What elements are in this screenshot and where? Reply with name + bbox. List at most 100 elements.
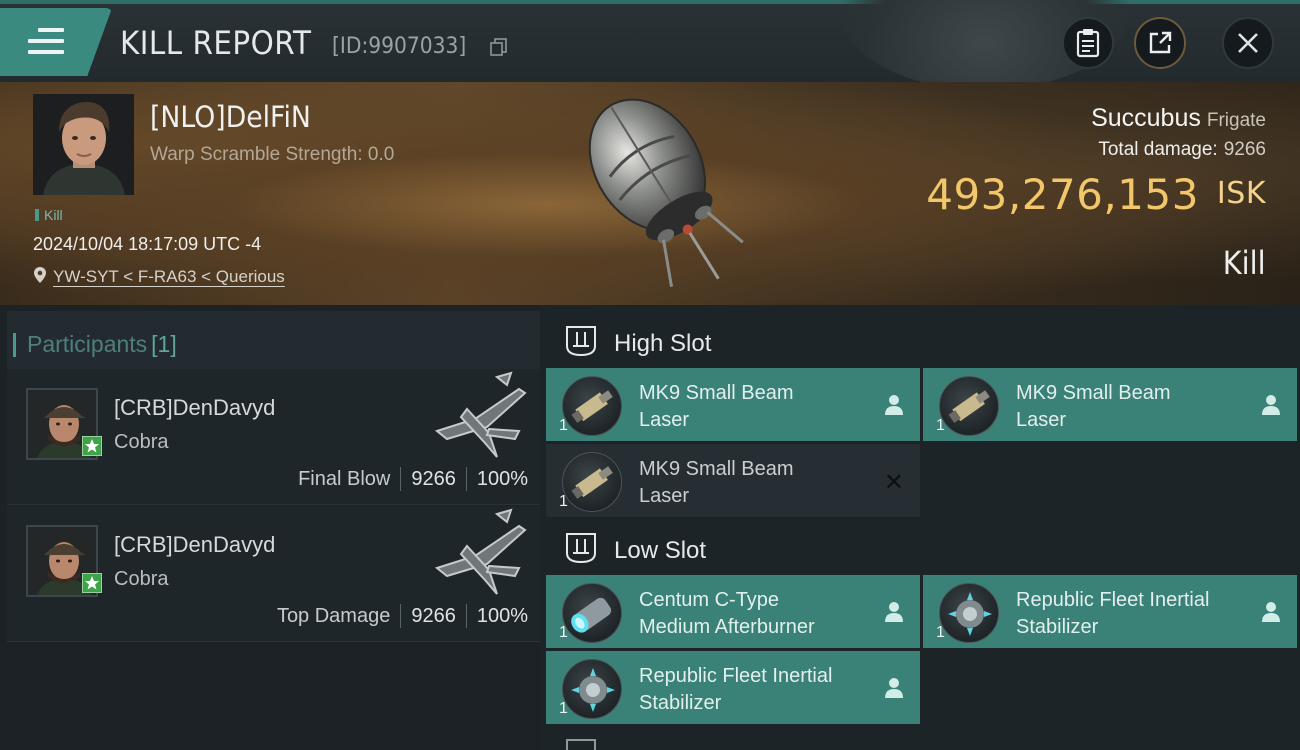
isk-amount: 493,276,153 [926,170,1199,219]
stats-divider [465,467,467,491]
module-quantity: 1 [559,417,568,434]
total-damage: Total damage: 9266 [1098,139,1266,161]
module-item[interactable]: 1 MK9 Small Beam Laser [546,368,920,441]
module-item[interactable]: 1 Republic Fleet Inertial Stabilizer [923,575,1297,648]
stats-divider [465,604,467,628]
next-slot-icon [566,739,596,750]
person-icon [885,602,903,622]
low-slot-label: Low Slot [614,537,707,564]
location-link[interactable]: YW-SYT < F-RA63 < Querious [53,267,285,286]
stats-divider [400,604,402,628]
module-name-line: Stabilizer [1016,616,1099,638]
total-damage-value: 9266 [1223,139,1266,160]
participant-ship: Cobra [114,431,169,453]
participant-stats: Top Damage 9266 100% [277,604,528,628]
victim-ship-image[interactable] [548,82,768,305]
module-name: Republic Fleet Inertial Stabilizer [1016,587,1246,641]
corp-star-icon [82,573,102,593]
participant-name[interactable]: [CRB]DenDavyd [114,395,275,421]
module-item[interactable]: 1 Republic Fleet Inertial Stabilizer [546,651,920,724]
location-pin-icon [34,267,46,283]
close-icon [1238,33,1258,53]
participant-damage: 9266 [411,604,456,627]
victim-name[interactable]: [NLO]DelFiN [150,100,311,134]
module-name-line: MK9 Small Beam [1016,382,1171,404]
ship-name: Succubus [1091,104,1201,132]
module-name: Centum C-Type Medium Afterburner [639,587,869,641]
hamburger-icon [28,28,64,56]
module-name: MK9 Small Beam Laser [639,456,869,510]
header-bar: KILL REPORT [ID:9907033] [0,0,1300,82]
participant-damage: 9266 [411,467,456,490]
isk-value: 493,276,153 ISK [926,170,1266,219]
inertial-stabilizer-icon [562,659,622,719]
beam-laser-icon [562,376,622,436]
participant-ship-image[interactable] [427,369,532,464]
victim-summary: [NLO]DelFiN Warp Scramble Strength: 0.0 … [0,82,1300,305]
module-item[interactable]: 1 MK9 Small Beam Laser [923,368,1297,441]
participant-ship-image[interactable] [427,506,532,601]
warp-scramble-strength: Warp Scramble Strength: 0.0 [150,144,395,165]
participant-percent: 100% [476,467,528,490]
afterburner-icon [562,583,622,643]
inertial-stabilizer-icon [939,583,999,643]
module-name: MK9 Small Beam Laser [1016,380,1246,434]
low-slot-header: Low Slot [546,517,1296,579]
module-name-line: Laser [639,485,690,507]
module-name-line: Laser [639,409,690,431]
module-name-line: Laser [1016,409,1067,431]
kill-id: [ID:9907033] [332,34,467,59]
copy-icon[interactable] [489,37,509,57]
module-name-line: Republic Fleet Inertial [1016,589,1210,611]
victim-ship-name[interactable]: Succubus Frigate [1091,104,1266,133]
corp-star-icon [82,436,102,456]
high-slot-icon [566,326,596,357]
participant-role: Final Blow [298,467,391,490]
kill-location[interactable]: YW-SYT < F-RA63 < Querious [33,266,285,287]
close-button[interactable] [1222,17,1274,69]
stats-divider [400,467,402,491]
module-quantity: 1 [559,700,568,717]
module-name-line: Stabilizer [639,692,722,714]
module-name-line: Republic Fleet Inertial [639,665,833,687]
participant-stats: Final Blow 9266 100% [298,467,528,491]
participant-name[interactable]: [CRB]DenDavyd [114,532,275,558]
beam-laser-icon [939,376,999,436]
clipboard-icon [1076,29,1100,58]
participants-title: Participants [1] [13,331,177,358]
participants-header: Participants [1] [7,311,540,369]
kill-result: Kill [1223,244,1266,282]
participant-row[interactable]: [CRB]DenDavyd Cobra Final Blow 9266 100% [7,369,540,505]
isk-unit: ISK [1216,176,1266,211]
module-name-line: MK9 Small Beam [639,382,794,404]
participants-count: [1] [151,331,177,357]
beam-laser-icon [562,452,622,512]
low-slot-icon [566,533,596,564]
module-name-line: Medium Afterburner [639,616,815,638]
person-icon [885,395,903,415]
victim-portrait[interactable] [33,94,134,195]
page-title: KILL REPORT [120,24,312,62]
share-button[interactable] [1134,17,1186,69]
menu-button[interactable] [0,8,112,76]
participant-row[interactable]: [CRB]DenDavyd Cobra Top Damage 9266 100% [7,506,540,642]
person-icon [1262,602,1280,622]
ship-class: Frigate [1206,110,1266,131]
share-icon [1149,31,1172,54]
kill-tag: Kill [35,207,63,223]
module-item[interactable]: 1 MK9 Small Beam Laser ✕ [546,444,920,517]
person-icon [885,678,903,698]
high-slot-header: High Slot [546,310,1296,372]
participants-panel: Participants [1] [CRB]DenDavyd Cobra Fin… [0,305,540,750]
fitting-panel: High Slot 1 MK9 Small Beam Laser 1 MK9 S… [540,305,1300,750]
participant-ship: Cobra [114,568,169,590]
participants-label: Participants [27,331,148,357]
module-item[interactable]: 1 Centum C-Type Medium Afterburner [546,575,920,648]
module-quantity: 1 [936,624,945,641]
module-name-line: Centum C-Type [639,589,780,611]
clipboard-button[interactable] [1062,17,1114,69]
participant-percent: 100% [476,604,528,627]
person-icon [1262,395,1280,415]
module-name: Republic Fleet Inertial Stabilizer [639,663,869,717]
total-damage-label: Total damage: [1098,139,1218,160]
